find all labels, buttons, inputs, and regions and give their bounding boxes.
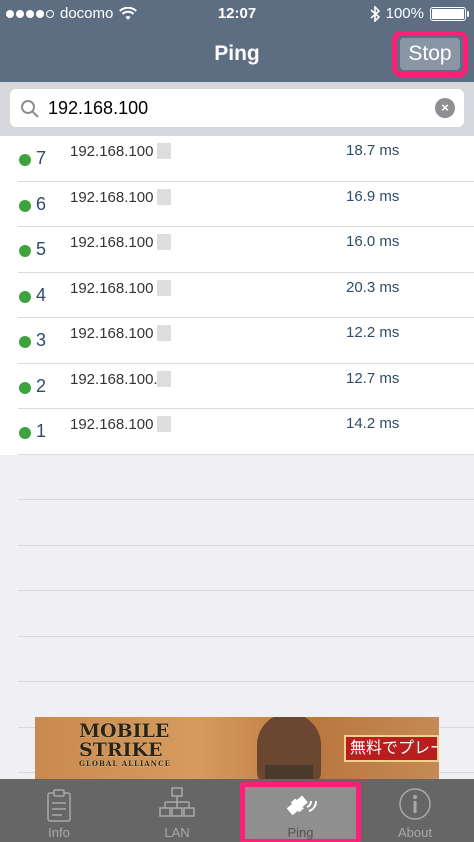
response-time: 18.7 ms <box>346 142 400 159</box>
response-time: 20.3 ms <box>346 278 400 296</box>
satellite-icon <box>286 795 317 816</box>
empty-row <box>0 546 474 591</box>
stop-button[interactable]: Stop <box>392 31 468 77</box>
sequence-number: 1 <box>36 421 47 441</box>
ad-cta-button[interactable]: 無料でプレー <box>344 735 439 762</box>
host-address: 192.168.100 <box>70 234 154 251</box>
response-time: 16.0 ms <box>346 233 400 250</box>
host-address: 192.168.100 <box>70 279 154 297</box>
battery-percent: 100% <box>385 5 424 22</box>
sequence-number: 6 <box>36 193 47 214</box>
search-icon <box>21 100 39 118</box>
redaction-mask <box>157 188 171 205</box>
redaction-mask <box>157 416 171 432</box>
network-icon <box>159 787 195 817</box>
empty-row <box>0 591 474 637</box>
battery-icon <box>430 6 469 21</box>
response-time: 12.2 ms <box>346 324 400 341</box>
ad-logo-line3: GLOBAL ALLIANCE <box>79 759 171 768</box>
clipboard-icon <box>47 789 71 822</box>
tab-info[interactable]: Info <box>0 779 118 842</box>
redaction-mask <box>157 370 171 387</box>
status-dot <box>19 154 31 166</box>
redaction-mask <box>157 143 171 159</box>
ping-result-row: 1 192.168.100 14.2 ms <box>0 409 474 455</box>
ad-character-image <box>257 717 321 779</box>
ping-result-row: 6 192.168.100 16.9 ms <box>0 181 474 227</box>
ping-result-row: 7 192.168.100 18.7 ms <box>0 136 474 182</box>
ping-result-row: 4 192.168.100 20.3 ms <box>0 272 474 318</box>
ad-banner[interactable]: MOBILE STRIKE GLOBAL ALLIANCE 無料でプレー <box>35 717 439 779</box>
empty-row <box>0 455 474 500</box>
battery-fill <box>432 8 464 19</box>
ad-logo-line2: STRIKE <box>79 739 163 761</box>
sequence-number: 4 <box>36 284 47 305</box>
host-address: 192.168.100 <box>70 143 154 160</box>
redaction-mask <box>157 279 171 296</box>
host-address: 192.168.100 <box>70 416 154 433</box>
host-address: 192.168.100 <box>70 325 154 342</box>
redaction-mask <box>152 89 192 127</box>
response-time: 14.2 ms <box>346 415 400 432</box>
ping-result-row: 5 192.168.100 16.0 ms <box>0 227 474 273</box>
tab-info-label: Info <box>48 825 70 840</box>
status-dot <box>19 199 31 212</box>
tab-about[interactable]: About <box>356 779 474 842</box>
sequence-number: 2 <box>36 375 47 396</box>
nav-bar: Ping Stop <box>0 28 474 82</box>
clear-icon[interactable]: × <box>435 98 455 118</box>
ping-results-list: 7 192.168.100 18.7 ms 6 192.168.100 16.9 ms 5 1… <box>0 136 474 779</box>
sequence-number: 3 <box>36 330 47 350</box>
status-dot <box>19 381 31 394</box>
stop-button-label: Stop <box>400 38 460 70</box>
host-address: 192.168.100. <box>70 370 158 388</box>
ping-result-row: 2 192.168.100. 12.7 ms <box>0 363 474 409</box>
status-dot <box>19 245 31 257</box>
response-time: 16.9 ms <box>346 187 400 205</box>
search-bar: × <box>0 82 474 136</box>
search-box[interactable]: × <box>10 89 464 127</box>
tab-lan-label: LAN <box>164 825 190 840</box>
status-bar: docomo 12:07 100% <box>0 0 474 28</box>
status-dot <box>19 290 31 303</box>
tab-about-label: About <box>398 825 432 840</box>
tab-lan[interactable]: LAN <box>118 779 236 842</box>
bluetooth-icon <box>370 5 380 22</box>
tab-bar: Info LAN Ping About <box>0 779 474 842</box>
info-circle-icon <box>399 788 431 820</box>
redaction-mask <box>157 325 171 341</box>
response-time: 12.7 ms <box>346 369 400 387</box>
tab-ping[interactable]: Ping <box>245 779 356 842</box>
empty-row <box>0 500 474 546</box>
redaction-mask <box>157 234 171 250</box>
ad-logo: MOBILE STRIKE GLOBAL ALLIANCE <box>79 722 171 768</box>
host-address: 192.168.100 <box>70 188 154 206</box>
sequence-number: 5 <box>36 239 47 259</box>
tab-ping-label: Ping <box>287 825 314 840</box>
status-right: 100% <box>370 5 469 22</box>
status-dot <box>19 427 31 439</box>
empty-row <box>0 637 474 682</box>
ping-result-row: 3 192.168.100 12.2 ms <box>0 318 474 364</box>
status-dot <box>19 336 31 348</box>
host-input[interactable] <box>48 95 152 121</box>
sequence-number: 7 <box>36 148 47 168</box>
